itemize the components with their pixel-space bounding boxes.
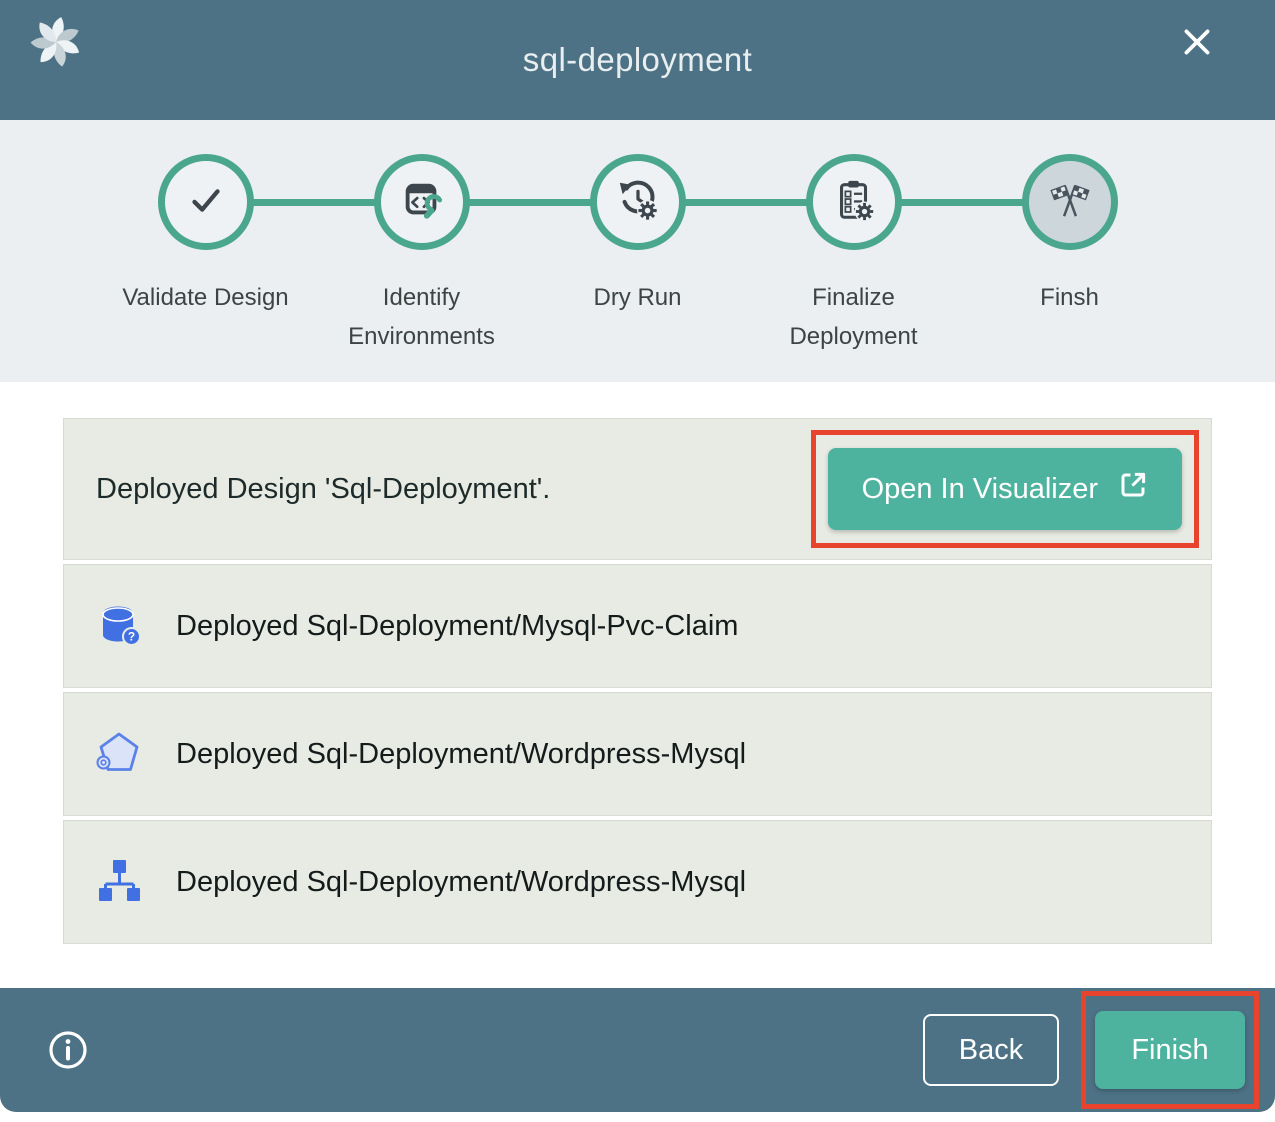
summary-row: Deployed Design 'Sql-Deployment'. Open I… [63,418,1212,560]
database-icon: ? [96,602,144,650]
deployed-item-row: Deployed Sql-Deployment/Wordpress-Mysql [63,820,1212,944]
dialog-header: sql-deployment [0,0,1275,120]
step-label: Dry Run [593,278,681,317]
step-label: Finalize Deployment [749,278,959,356]
code-wrench-icon [399,177,445,228]
info-circle-icon[interactable] [46,1028,90,1072]
history-gear-icon [615,177,661,228]
step-identify-environments: Identify Environments [314,154,530,356]
step-finalize-deployment: Finalize Deployment [746,154,962,356]
finish-button[interactable]: Finish [1095,1011,1245,1089]
open-in-visualizer-button[interactable]: Open In Visualizer [828,448,1182,530]
deployment-stepper: Validate Design [0,120,1275,382]
deployment-dialog: sql-deployment Validate Design [0,0,1275,1122]
deployed-item-row: ? Deployed Sql-Deployment/Mysql-Pvc-Clai… [63,564,1212,688]
deployed-item-text: Deployed Sql-Deployment/Wordpress-Mysql [176,866,746,899]
deployed-item-text: Deployed Sql-Deployment/Wordpress-Mysql [176,738,746,771]
step-dry-run: Dry Run [530,154,746,356]
svg-text:?: ? [128,630,135,644]
step-label: Finsh [1040,278,1099,317]
annotation-highlight: Finish [1081,991,1259,1109]
clipboard-gear-icon [831,177,877,228]
deployment-results: Deployed Design 'Sql-Deployment'. Open I… [0,382,1275,958]
dialog-title: sql-deployment [523,41,752,79]
meshery-logo-icon [27,13,85,71]
pentagon-icon [96,730,144,778]
close-icon[interactable] [1177,22,1217,62]
step-label: Identify Environments [317,278,527,356]
deployed-item-row: Deployed Sql-Deployment/Wordpress-Mysql [63,692,1212,816]
external-link-icon [1118,470,1148,508]
annotation-highlight: Open In Visualizer [811,430,1199,548]
deployed-design-text: Deployed Design 'Sql-Deployment'. [96,473,550,506]
step-finish: Finsh [962,154,1178,356]
step-label: Validate Design [122,278,288,317]
dialog-footer: Back Finish [0,988,1275,1112]
step-validate-design: Validate Design [98,154,314,356]
back-button[interactable]: Back [923,1014,1059,1086]
deployed-item-text: Deployed Sql-Deployment/Mysql-Pvc-Claim [176,610,738,643]
check-icon [183,177,229,228]
checkered-flags-icon [1047,177,1093,228]
tree-icon [96,858,144,906]
open-in-visualizer-label: Open In Visualizer [862,473,1098,506]
